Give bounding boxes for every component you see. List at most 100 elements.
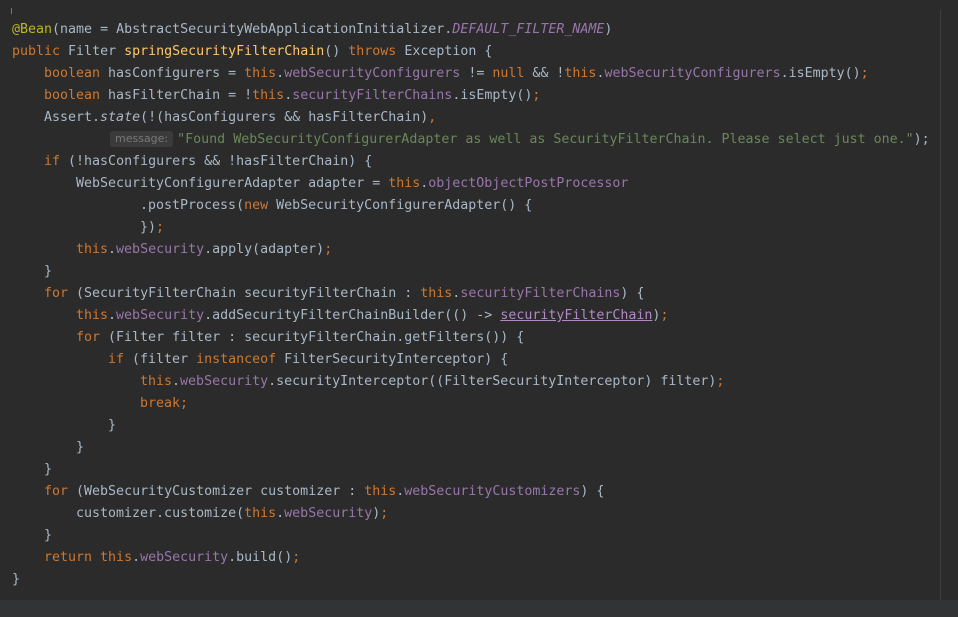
code-line: for (Filter filter : securityFilterChain… <box>12 327 524 349</box>
token: .build() <box>228 550 293 565</box>
token: this <box>76 242 109 257</box>
token: springSecurityFilterChain <box>124 44 325 59</box>
code-line: this.webSecurity.apply(adapter); <box>12 239 332 261</box>
token: , <box>428 110 437 125</box>
code-line: } <box>12 437 84 459</box>
token: (SecurityFilterChain securityFilterChain… <box>76 286 421 301</box>
token: hasConfigurers = <box>108 66 245 81</box>
code-line: public Filter springSecurityFilterChain(… <box>12 41 492 63</box>
token: (WebSecurityCustomizer customizer : <box>76 484 365 499</box>
right-margin-guide <box>940 10 941 600</box>
token: this <box>76 308 109 323</box>
token: . <box>172 374 181 389</box>
token: instanceof <box>196 352 285 367</box>
code-line: customizer.customize(this.webSecurity); <box>12 503 388 525</box>
token: state <box>100 110 141 125</box>
lambda-variable[interactable]: securityFilterChain <box>500 308 652 323</box>
token: .apply(adapter) <box>204 242 325 257</box>
token: .addSecurityFilterChainBuilder(() -> <box>204 308 501 323</box>
code-line: @Bean(name = AbstractSecurityWebApplicat… <box>12 19 612 41</box>
token: for <box>44 484 77 499</box>
token: objectObjectPostProcessor <box>428 176 629 191</box>
token: .isEmpty() <box>452 88 533 103</box>
token: webSecurity <box>116 308 205 323</box>
token: this <box>388 176 421 191</box>
code-editor[interactable]: @Bean(name = AbstractSecurityWebApplicat… <box>0 0 958 617</box>
token: for <box>76 330 109 345</box>
token: ; <box>860 66 869 81</box>
token: () <box>324 44 349 59</box>
token: this <box>100 550 133 565</box>
token: Assert. <box>44 110 101 125</box>
token: } <box>44 528 53 543</box>
token: WebSecurityConfigurerAdapter adapter = <box>76 176 389 191</box>
token: (!(hasConfigurers && hasFilterChain) <box>140 110 429 125</box>
token: if <box>44 154 69 169</box>
token: != <box>460 66 493 81</box>
token: for <box>44 286 77 301</box>
code-line: }); <box>12 217 164 239</box>
token: DEFAULT_FILTER_NAME <box>452 22 605 37</box>
token: ) <box>604 22 613 37</box>
token: null <box>492 66 525 81</box>
token: .securityInterceptor((FilterSecurityInte… <box>268 374 717 389</box>
token: . <box>132 550 141 565</box>
token: (filter <box>132 352 197 367</box>
token: @Bean <box>12 22 53 37</box>
token: securityFilterChains <box>292 88 453 103</box>
token: } <box>76 440 85 455</box>
code-line: } <box>12 569 20 591</box>
token: Exception { <box>404 44 493 59</box>
token: } <box>108 418 117 433</box>
code-line: for (SecurityFilterChain securityFilterC… <box>12 283 644 305</box>
token: (name = AbstractSecurityWebApplicationIn… <box>52 22 453 37</box>
token: ; <box>292 550 301 565</box>
code-line: boolean hasFilterChain = !this.securityF… <box>12 85 540 107</box>
token: (Filter filter : securityFilterChain.get… <box>108 330 525 345</box>
token: Filter <box>68 44 125 59</box>
token: FilterSecurityInterceptor) { <box>284 352 509 367</box>
token: ) { <box>580 484 605 499</box>
code-line: WebSecurityConfigurerAdapter adapter = t… <box>12 173 628 195</box>
code-line: if (filter instanceof FilterSecurityInte… <box>12 349 508 371</box>
token: this <box>244 506 277 521</box>
token: . <box>284 88 293 103</box>
token: .isEmpty() <box>780 66 861 81</box>
code-line: .postProcess(new WebSecurityConfigurerAd… <box>12 195 532 217</box>
token: this <box>364 484 397 499</box>
token: this <box>564 66 597 81</box>
code-line: } <box>12 459 52 481</box>
token: . <box>108 242 117 257</box>
token: webSecurity <box>180 374 269 389</box>
token: . <box>108 308 117 323</box>
token: ) { <box>620 286 645 301</box>
token: boolean <box>44 88 109 103</box>
code-line: boolean hasConfigurers = this. webSecurit… <box>12 63 869 85</box>
code-line: Assert.state(!(hasConfigurers && hasFilt… <box>12 107 436 129</box>
token: .postProcess( <box>140 198 245 213</box>
token: boolean <box>44 66 109 81</box>
token: } <box>44 462 53 477</box>
token: (!hasConfigurers && !hasFilterChain) { <box>68 154 373 169</box>
code-line: } <box>12 525 52 547</box>
token: break <box>140 396 181 411</box>
code-line: } <box>12 261 52 283</box>
code-line: if (!hasConfigurers && !hasFilterChain) … <box>12 151 372 173</box>
token: this <box>244 66 277 81</box>
token: if <box>108 352 133 367</box>
token: webSecurityCustomizers <box>404 484 581 499</box>
token: throws <box>348 44 405 59</box>
token: return <box>44 550 101 565</box>
token: webSecurity <box>284 506 373 521</box>
token: } <box>12 572 21 587</box>
code-line: } <box>12 415 116 437</box>
code-line: this.webSecurity.addSecurityFilterChainB… <box>12 305 668 327</box>
token: ; <box>180 396 189 411</box>
token: public <box>12 44 69 59</box>
token: webSecurityConfigurers <box>604 66 781 81</box>
token: "Found WebSecurityConfigurerAdapter as w… <box>177 132 914 147</box>
token: . <box>276 66 285 81</box>
token: ; <box>532 88 541 103</box>
token: this <box>140 374 173 389</box>
horizontal-scrollbar-track[interactable] <box>0 600 958 617</box>
